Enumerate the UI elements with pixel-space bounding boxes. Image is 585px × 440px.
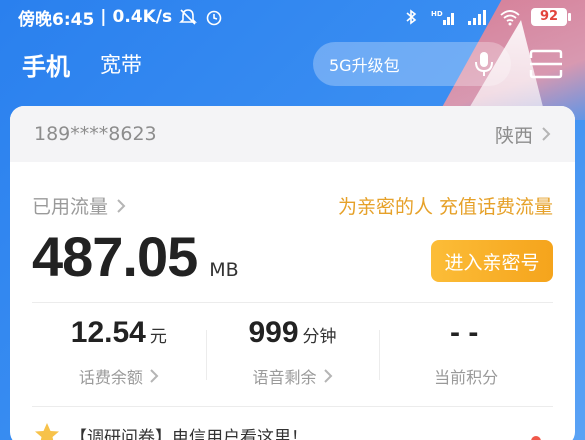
stat-label: 语音剩余 xyxy=(252,368,317,387)
bluetooth-icon xyxy=(406,9,417,25)
stat-label: 话费余额 xyxy=(78,368,143,387)
hd-signal-icon: HD xyxy=(431,10,454,25)
battery-indicator: 92 xyxy=(531,8,571,26)
stat-value: 999 xyxy=(248,316,299,349)
scan-icon[interactable] xyxy=(529,49,563,79)
stat-label: 当前积分 xyxy=(434,368,499,387)
chevron-right-icon xyxy=(117,198,126,213)
phone-number: 189****8623 xyxy=(34,123,157,145)
province-selector[interactable]: 陕西 xyxy=(495,121,551,148)
family-recharge-promo[interactable]: 为亲密的人 充值话费流量 xyxy=(338,192,553,219)
account-bar[interactable]: 189****8623 陕西 xyxy=(10,106,575,162)
usage-value: 487.05 xyxy=(32,225,198,288)
stat-unit: 元 xyxy=(149,327,167,347)
chevron-right-icon xyxy=(150,369,159,383)
usage-label: 已用流量 xyxy=(32,196,109,218)
survey-banner[interactable]: 【调研问卷】电信用户看这里！ xyxy=(32,422,308,440)
star-icon xyxy=(35,423,59,440)
stat-value: 12.54 xyxy=(70,316,146,349)
chevron-right-icon xyxy=(323,369,332,383)
survey-text: 【调研问卷】电信用户看这里！ xyxy=(70,427,308,440)
stat-voice[interactable]: 999 分钟 语音剩余 xyxy=(205,316,380,396)
usage-unit: MB xyxy=(209,259,239,281)
search-box[interactable]: 5G升级包 xyxy=(313,42,511,86)
data-usage-value: 487.05 MB xyxy=(32,224,239,289)
province-label: 陕西 xyxy=(494,124,533,147)
mute-bell-icon xyxy=(179,9,198,25)
tab-broadband[interactable]: 宽带 xyxy=(100,49,142,79)
status-time: 傍晚6:45 xyxy=(18,9,95,30)
usage-label-link[interactable]: 已用流量 xyxy=(32,192,126,219)
stat-balance[interactable]: 12.54 元 话费余额 xyxy=(32,316,206,396)
alarm-icon xyxy=(206,10,222,26)
divider xyxy=(32,406,553,407)
account-card: 189****8623 陕西 已用流量 为亲密的人 充值话费流量 487.05 … xyxy=(10,106,575,440)
notification-dot xyxy=(531,436,541,440)
stat-value: - - xyxy=(450,316,479,349)
app-header: 手机 宽带 5G升级包 xyxy=(0,38,585,90)
stat-points[interactable]: - - 当前积分 xyxy=(379,316,553,396)
cell-signal-icon xyxy=(468,10,486,25)
microphone-icon[interactable] xyxy=(473,51,495,77)
balance-stats: 12.54 元 话费余额 999 分钟 语音剩余 - - 当前积分 xyxy=(32,316,553,396)
status-bar: 傍晚6:45 | 0.4K/s HD 92 xyxy=(0,0,585,34)
svg-text:HD: HD xyxy=(431,10,443,18)
network-speed: 0.4K/s xyxy=(112,7,173,27)
stat-unit: 分钟 xyxy=(302,327,337,347)
divider xyxy=(32,302,553,303)
tab-phone[interactable]: 手机 xyxy=(22,47,70,82)
wifi-icon xyxy=(500,10,520,26)
search-placeholder: 5G升级包 xyxy=(329,56,400,75)
chevron-right-icon xyxy=(542,127,551,141)
enter-family-button[interactable]: 进入亲密号 xyxy=(431,240,553,282)
status-separator: | xyxy=(100,7,107,27)
